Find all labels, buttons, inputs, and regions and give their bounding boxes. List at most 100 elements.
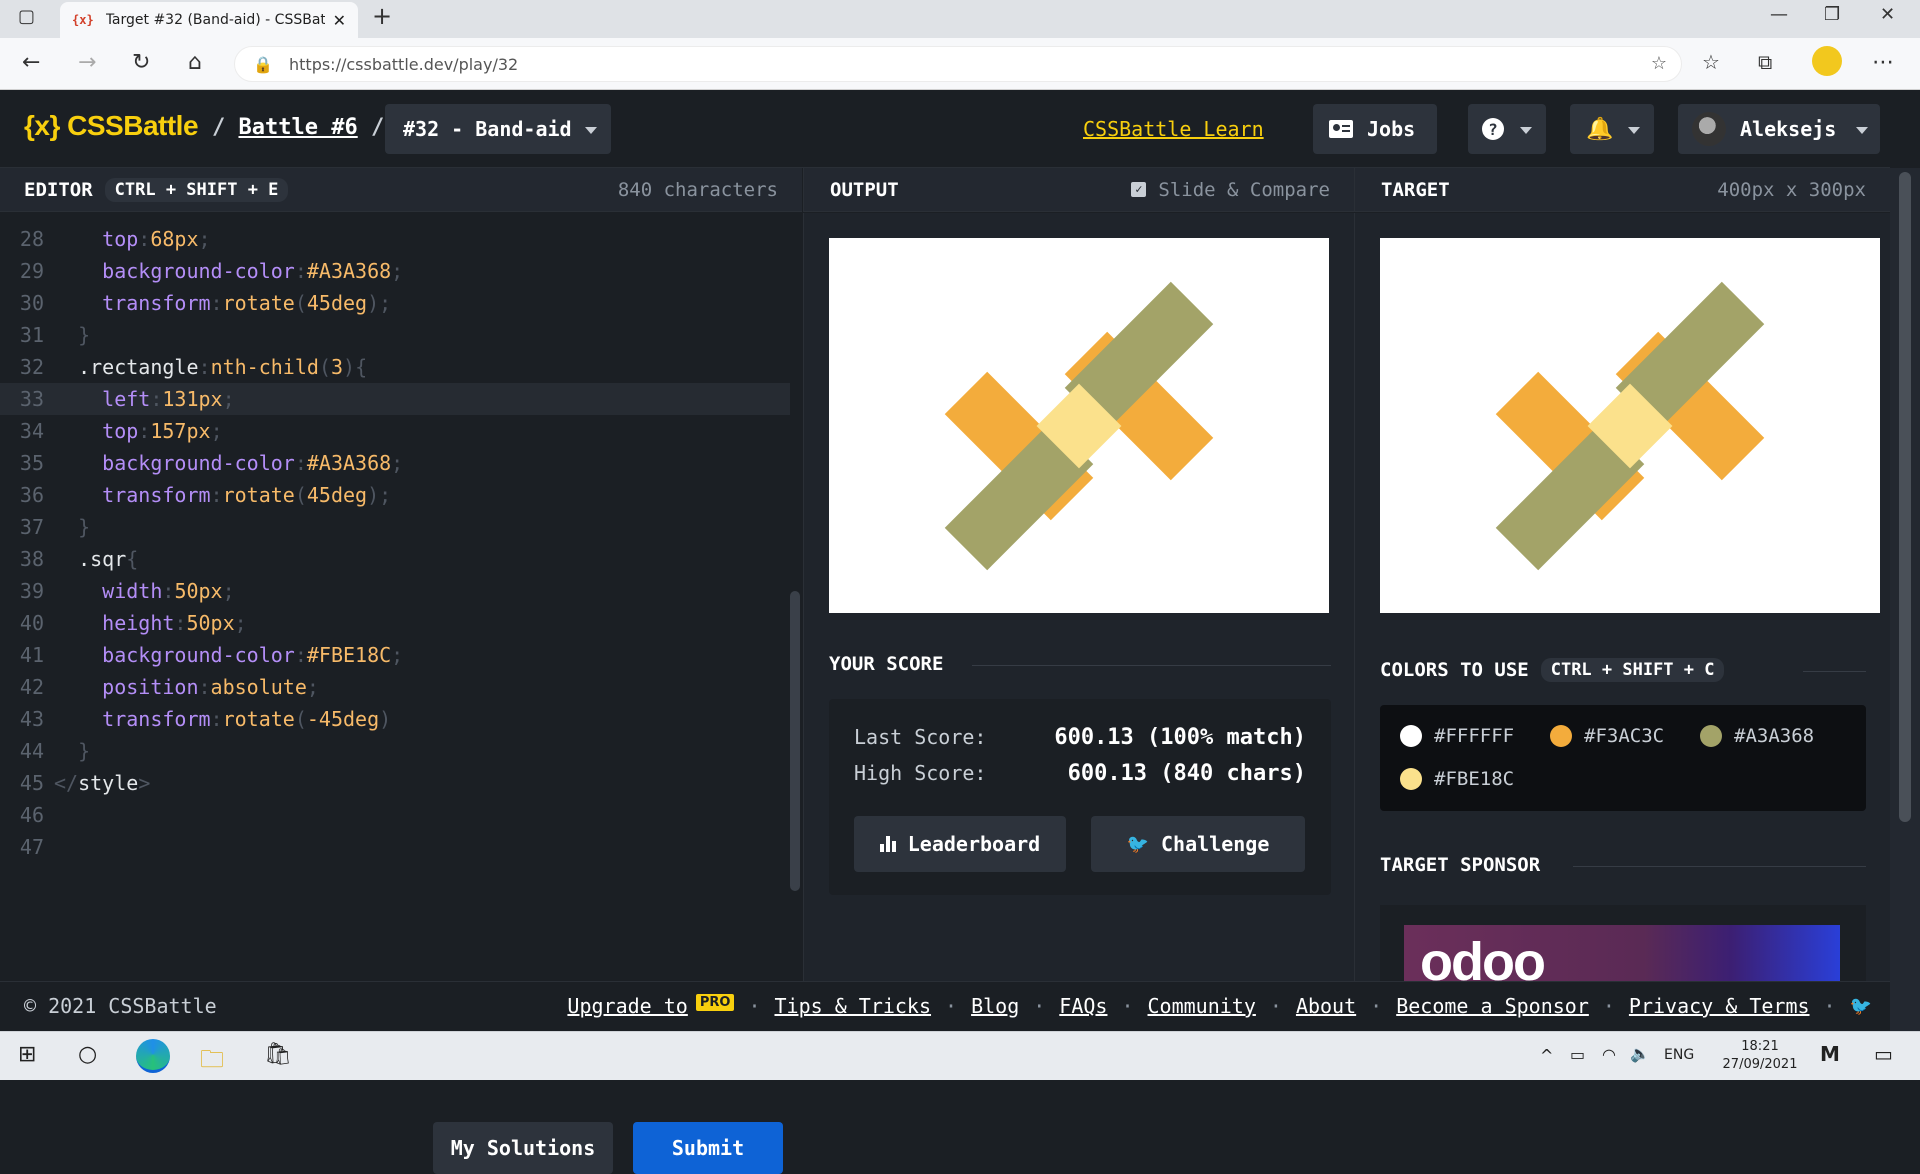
code-token: #FBE18C [306, 643, 392, 667]
wifi-icon[interactable]: ◠ [1602, 1045, 1616, 1064]
learn-link[interactable]: CSSBattle Learn [1083, 117, 1264, 141]
char-count: 840 characters [617, 178, 778, 201]
search-icon[interactable]: ○ [78, 1042, 97, 1067]
slide-compare-toggle[interactable]: ✓ Slide & Compare [1131, 179, 1330, 201]
favorites-icon[interactable]: ☆ [1702, 50, 1720, 74]
code-line[interactable]: 36 transform: rotate(45deg); [0, 479, 790, 511]
folder-icon[interactable]: 🗀 [200, 1042, 224, 1083]
minimize-icon[interactable]: — [1770, 4, 1788, 25]
code-line[interactable]: 39 width:50px; [0, 575, 790, 607]
browser-tab[interactable]: {x} Target #32 (Band-aid) - CSSBattle ✕ [60, 2, 358, 38]
jobs-button[interactable]: Jobs [1313, 104, 1437, 154]
code-line[interactable]: 33 left:131px; [0, 383, 790, 415]
code-line[interactable]: 46 [0, 799, 790, 831]
twitter-icon[interactable]: 🐦 [1850, 996, 1872, 1017]
sponsor-box[interactable]: odoo [1380, 905, 1866, 981]
clock[interactable]: 18:21 27/09/2021 [1723, 1038, 1798, 1074]
target-select[interactable]: #32 - Band-aid [385, 104, 611, 154]
code-token: absolute [210, 675, 307, 699]
refresh-icon[interactable]: ↻ [132, 50, 150, 75]
code-line[interactable]: 42 position: absolute; [0, 671, 790, 703]
output-canvas[interactable] [829, 238, 1329, 613]
code-token: : [198, 675, 211, 699]
close-tab-icon[interactable]: ✕ [333, 11, 346, 30]
target-header: TARGET 400px x 300px [1354, 168, 1890, 212]
swatch-dot-1 [1550, 725, 1572, 747]
new-tab-button[interactable]: + [372, 2, 392, 30]
my-solutions-button[interactable]: My Solutions [433, 1122, 613, 1174]
swatch-label: #FFFFFF [1434, 725, 1515, 747]
checkbox[interactable]: ✓ [1131, 182, 1147, 197]
restore-icon[interactable]: ❐ [1824, 4, 1840, 25]
code-token: : [210, 483, 223, 507]
home-icon[interactable]: ⌂ [188, 50, 202, 75]
store-icon[interactable]: 🛍 [264, 1042, 292, 1067]
upgrade-link[interactable]: Upgrade to PRO [567, 994, 735, 1018]
community-link[interactable]: Community [1148, 994, 1256, 1018]
language-indicator[interactable]: ENG [1664, 1047, 1694, 1063]
code-token: </ [54, 771, 79, 795]
cssbattle-logo[interactable]: {x} CSSBattle [24, 110, 199, 142]
code-line[interactable]: 30 transform: rotate(45deg); [0, 287, 790, 319]
color-swatch[interactable]: #A3A368 [1700, 725, 1814, 747]
line-number: 40 [19, 611, 44, 635]
add-favorite-icon[interactable]: ☆ [1651, 53, 1667, 74]
code-line[interactable]: 31 } [0, 319, 790, 351]
tray-chevron-icon[interactable]: ^ [1540, 1046, 1553, 1065]
slide-compare-label: Slide & Compare [1158, 178, 1330, 201]
battle-link[interactable]: Battle #6 [239, 115, 358, 140]
sponsor-banner[interactable]: odoo [1404, 925, 1840, 981]
leaderboard-button[interactable]: Leaderboard [854, 816, 1066, 872]
user-menu[interactable]: Aleksejs [1678, 104, 1880, 154]
code-line[interactable]: 35 background-color: #A3A368; [0, 447, 790, 479]
forward-icon[interactable]: → [78, 50, 96, 75]
challenge-button[interactable]: 🐦 Challenge [1091, 816, 1305, 872]
back-icon[interactable]: ← [22, 50, 40, 75]
code-line[interactable]: 38 .sqr{ [0, 543, 790, 575]
close-window-icon[interactable]: ✕ [1880, 4, 1895, 25]
sponsor-link[interactable]: Become a Sponsor [1396, 994, 1589, 1018]
blog-link[interactable]: Blog [971, 994, 1019, 1018]
code-token: 45deg [306, 291, 368, 315]
about-link[interactable]: About [1296, 994, 1356, 1018]
volume-icon[interactable]: 🔈 [1630, 1044, 1650, 1063]
notification-center-icon[interactable]: ▭ [1874, 1042, 1893, 1066]
code-line[interactable]: 43 transform: rotate(-45deg) [0, 703, 790, 735]
code-line[interactable]: 40 height:50px; [0, 607, 790, 639]
code-line[interactable]: 28 top:68px; [0, 223, 790, 255]
tips-link[interactable]: Tips & Tricks [774, 994, 931, 1018]
submit-button[interactable]: Submit [633, 1122, 783, 1174]
jobs-label: Jobs [1367, 117, 1416, 141]
collections-icon[interactable]: ⧉ [1758, 50, 1772, 74]
color-swatch[interactable]: #FFFFFF [1400, 725, 1514, 747]
faqs-link[interactable]: FAQs [1059, 994, 1107, 1018]
tab-actions-icon[interactable]: ▢ [18, 6, 35, 27]
battery-icon[interactable]: ▭ [1570, 1045, 1585, 1064]
code-line[interactable]: 34 top:157px; [0, 415, 790, 447]
code-line[interactable]: 29 background-color: #A3A368; [0, 255, 790, 287]
color-swatch[interactable]: #FBE18C [1400, 768, 1514, 790]
editor-scrollbar[interactable] [790, 591, 800, 891]
code-line[interactable]: 37 } [0, 511, 790, 543]
url-field[interactable]: 🔒 https://cssbattle.dev/play/32 ☆ [234, 46, 1682, 82]
color-swatch[interactable]: #F3AC3C [1550, 725, 1664, 747]
help-button[interactable]: ? [1468, 104, 1546, 154]
privacy-link[interactable]: Privacy & Terms [1629, 994, 1810, 1018]
code-editor[interactable]: 28 top:68px; 29 background-color: #A3A368;… [0, 213, 802, 1174]
edge-icon[interactable] [136, 1039, 170, 1073]
code-token: ; [198, 227, 211, 251]
code-line[interactable]: 45 </style > [0, 767, 790, 799]
page-scrollbar[interactable] [1890, 168, 1920, 1031]
code-line[interactable]: 44 } [0, 735, 790, 767]
windows-start-icon[interactable]: ⊞ [18, 1042, 36, 1067]
more-icon[interactable]: ⋯ [1872, 50, 1894, 75]
code-token: -45deg [306, 707, 380, 731]
code-line[interactable]: 32 .rectangle: nth-child(3){ [0, 351, 790, 383]
app-tray-icon[interactable]: M [1820, 1042, 1840, 1066]
profile-avatar[interactable] [1812, 46, 1842, 76]
code-line[interactable]: 41 background-color: #FBE18C; [0, 639, 790, 671]
code-line[interactable]: 47 [0, 831, 790, 863]
notifications-button[interactable]: 🔔 [1570, 104, 1654, 154]
